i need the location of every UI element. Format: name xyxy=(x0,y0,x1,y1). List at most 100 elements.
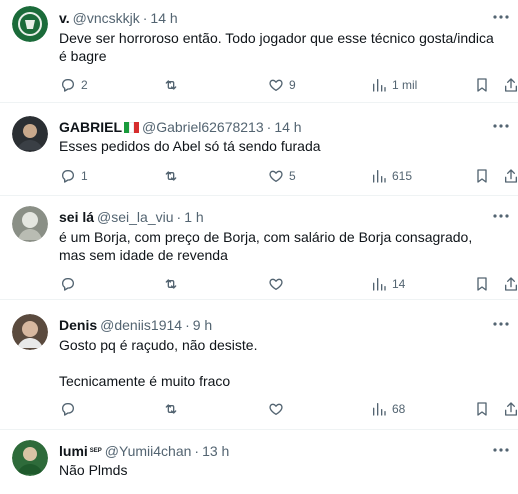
tweet-actions: 2 9 1 mil xyxy=(0,73,518,97)
separator-dot: · xyxy=(266,119,272,135)
retweet-icon xyxy=(165,404,177,414)
reply-count: 2 xyxy=(81,78,88,92)
tweet-sei-la[interactable]: sei lá @sei_la_viu · 1 h é um Borja, com pr… xyxy=(0,196,518,300)
separator-dot: · xyxy=(194,443,200,459)
user-handle[interactable]: @vncskkjk xyxy=(73,10,140,26)
views-count: 14 xyxy=(392,277,406,291)
bookmark-button[interactable] xyxy=(474,397,490,421)
tweet-text: Esses pedidos do Abel só tá sendo furada xyxy=(59,138,321,154)
tweet-denis[interactable]: Denis @deniis1914 · 9 h Gosto pq é raçudo, … xyxy=(0,300,518,430)
retweet-icon xyxy=(165,279,177,289)
tweet-gabriel[interactable]: GABRIEL @Gabriel62678213 · 14 h Esses pedid… xyxy=(0,103,518,196)
user-name[interactable]: sei lá xyxy=(59,209,94,225)
avatar[interactable] xyxy=(12,116,48,152)
separator-dot: · xyxy=(185,317,190,333)
avatar[interactable] xyxy=(12,314,48,350)
retweet-icon xyxy=(165,80,177,90)
like-icon xyxy=(269,170,283,182)
views-count: 615 xyxy=(392,169,413,183)
more-icon[interactable] xyxy=(490,206,512,226)
views-button[interactable]: 615 xyxy=(371,164,412,188)
user-handle[interactable]: @Yumii4chan xyxy=(105,443,192,459)
like-count: 9 xyxy=(289,78,296,92)
reply-button[interactable] xyxy=(60,397,81,421)
like-button[interactable] xyxy=(268,272,289,296)
like-button[interactable] xyxy=(268,397,289,421)
views-count: 68 xyxy=(392,402,406,416)
more-icon[interactable] xyxy=(490,116,512,136)
reply-button[interactable]: 1 xyxy=(60,164,88,188)
views-icon xyxy=(373,278,386,291)
tweet-actions: 1 5 615 xyxy=(0,164,518,188)
views-count: 1 mil xyxy=(392,78,418,92)
more-icon[interactable] xyxy=(490,314,512,334)
share-button[interactable] xyxy=(503,397,518,421)
views-icon xyxy=(373,403,386,416)
tweet-text: Gosto pq é raçudo, não desiste. Tecnicam… xyxy=(59,337,258,389)
timestamp[interactable]: 14 h xyxy=(150,10,177,26)
tweet-text: Deve ser horroroso então. Todo jogador q… xyxy=(59,30,494,64)
retweet-button[interactable] xyxy=(163,397,179,421)
tweet-header: Denis @deniis1914 · 9 h xyxy=(59,316,478,334)
tweet-header: v. @vncskkjk · 14 h xyxy=(59,9,478,27)
like-icon xyxy=(269,278,283,290)
avatar[interactable] xyxy=(12,6,48,42)
avatar[interactable] xyxy=(12,440,48,476)
views-button[interactable]: 1 mil xyxy=(371,73,417,97)
tweet-lumi[interactable]: lumi SEP @Yumii4chan · 13 h Não Plmds xyxy=(0,430,518,494)
name-suffix-badge: SEP xyxy=(89,448,102,454)
reply-icon xyxy=(62,403,74,416)
views-icon xyxy=(373,170,386,183)
reply-icon xyxy=(62,79,74,92)
retweet-button[interactable] xyxy=(163,272,179,296)
retweet-icon xyxy=(165,171,177,181)
bookmark-button[interactable] xyxy=(474,164,490,188)
more-icon[interactable] xyxy=(490,440,512,460)
share-button[interactable] xyxy=(503,272,518,296)
timestamp[interactable]: 1 h xyxy=(184,209,203,225)
separator-dot: · xyxy=(142,10,148,26)
timestamp[interactable]: 14 h xyxy=(274,119,301,135)
tweet-actions: 68 xyxy=(0,397,518,421)
tweet-text: Não Plmds xyxy=(59,462,128,478)
views-button[interactable]: 14 xyxy=(371,272,405,296)
reply-icon xyxy=(62,278,74,291)
tweet-header: lumi SEP @Yumii4chan · 13 h xyxy=(59,442,478,460)
share-icon xyxy=(505,277,517,291)
bookmark-icon xyxy=(477,169,487,183)
like-icon xyxy=(269,403,283,415)
bookmark-button[interactable] xyxy=(474,272,490,296)
share-button[interactable] xyxy=(503,73,518,97)
reply-button[interactable]: 2 xyxy=(60,73,88,97)
separator-dot: · xyxy=(176,209,182,225)
tweet-header: GABRIEL @Gabriel62678213 · 14 h xyxy=(59,118,478,136)
user-name[interactable]: v. xyxy=(59,10,70,26)
reply-icon xyxy=(62,170,74,183)
avatar[interactable] xyxy=(12,206,48,242)
like-button[interactable]: 9 xyxy=(268,73,296,97)
timestamp[interactable]: 9 h xyxy=(193,317,212,333)
tweet-header: sei lá @sei_la_viu · 1 h xyxy=(59,208,478,226)
share-button[interactable] xyxy=(503,164,518,188)
timestamp[interactable]: 13 h xyxy=(202,443,229,459)
user-name[interactable]: GABRIEL xyxy=(59,119,122,135)
bookmark-button[interactable] xyxy=(474,73,490,97)
user-name[interactable]: Denis xyxy=(59,317,97,333)
user-handle[interactable]: @Gabriel62678213 xyxy=(142,119,264,135)
views-button[interactable]: 68 xyxy=(371,397,405,421)
retweet-button[interactable] xyxy=(163,73,179,97)
reply-button[interactable] xyxy=(60,272,81,296)
more-icon[interactable] xyxy=(490,7,512,27)
user-name[interactable]: lumi xyxy=(59,443,88,459)
like-button[interactable]: 5 xyxy=(268,164,296,188)
share-icon xyxy=(505,402,517,416)
user-handle[interactable]: @sei_la_viu xyxy=(97,209,173,225)
retweet-button[interactable] xyxy=(163,164,179,188)
bookmark-icon xyxy=(477,78,487,92)
italy-flag-icon xyxy=(124,119,139,133)
like-count: 5 xyxy=(289,169,296,183)
user-handle[interactable]: @deniis1914 xyxy=(100,317,182,333)
views-icon xyxy=(373,79,386,92)
tweet-vncskkjk[interactable]: v. @vncskkjk · 14 h Deve ser horroroso entã… xyxy=(0,0,518,103)
share-icon xyxy=(505,78,517,92)
